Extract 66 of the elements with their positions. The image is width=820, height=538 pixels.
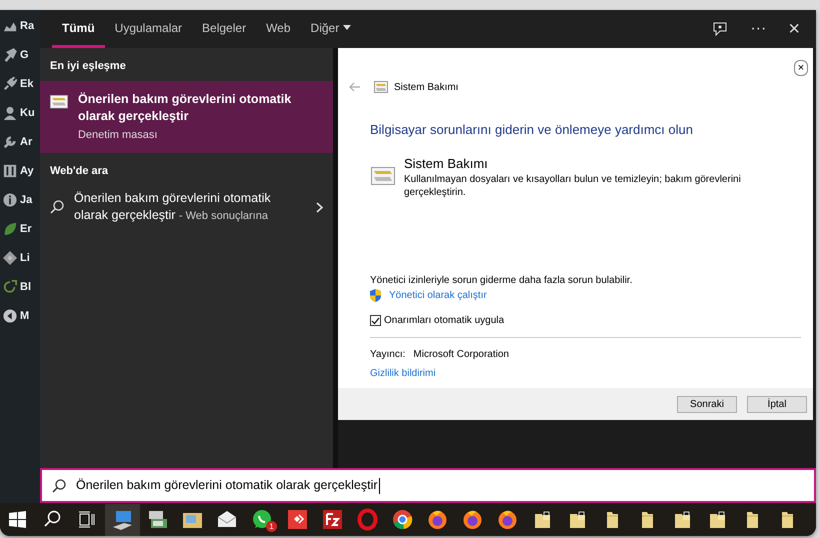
back-arrow-icon [348, 82, 360, 92]
arrow-app-icon [285, 507, 310, 532]
diamond-icon [3, 251, 17, 265]
pushpin-icon [3, 48, 17, 62]
section-heading: En iyi eşleşme [49, 59, 127, 74]
sidebar-item[interactable]: Ra [20, 18, 34, 34]
info-icon [3, 193, 17, 207]
publisher-name: Microsoft Corporation [413, 348, 509, 362]
filter-tab[interactable]: Uygulamalar [104, 10, 192, 48]
leaf-icon [3, 222, 17, 236]
sidebar-item[interactable]: M [20, 308, 30, 324]
taskbar-button[interactable]: 1 [245, 504, 280, 536]
publisher-label: Yayıncı: [370, 348, 406, 362]
run-as-admin-link[interactable]: Yönetici olarak çalıştır [389, 288, 487, 303]
tool-title: Sistem Bakımı [404, 154, 489, 172]
section-heading: Web'de ara [49, 164, 110, 179]
sidebar-item[interactable]: Ku [20, 104, 35, 122]
filter-tab[interactable]: Web [256, 10, 301, 48]
page-heading: Bilgisayar sorunlarını giderin ve önlemeye yardımcı olun [370, 121, 694, 139]
result-subtitle: Denetim masası [78, 128, 158, 142]
close-button[interactable]: × [784, 19, 804, 39]
refresh-icon [3, 280, 17, 294]
dropdown-tab[interactable]: Diğer [300, 10, 362, 48]
web-result-title: Önerilen bakım görevlerini otomatik olarak gerçekleştir - Web sonuçlarına [74, 190, 272, 224]
taskbar-button[interactable] [105, 504, 140, 536]
search-text: Önerilen bakım görevlerini otomatik olarak gerçekleştir [76, 477, 378, 494]
sidebar-item[interactable]: Ar [20, 134, 32, 150]
result-title: Önerilen bakım görevlerini otomatik olarak gerçekleştir [78, 90, 292, 124]
web-search-item[interactable]: Önerilen bakım görevlerini otomatik olarak gerçekleştir - Web sonuçlarına [40, 186, 333, 228]
search-field[interactable]: Önerilen bakım görevlerini otomatik olarak gerçekleştir [40, 468, 816, 503]
ftp-app-icon [320, 507, 345, 532]
maintenance-icon [374, 81, 388, 93]
search-icon [50, 200, 64, 214]
text-cursor [378, 478, 380, 494]
checkbox-label: Onarımları otomatik uygula [384, 314, 504, 328]
search-icon [52, 478, 66, 492]
breadcrumb-text: Sistem Bakımı [394, 80, 458, 94]
person-icon [3, 106, 17, 120]
sidebar-item[interactable]: Er [20, 220, 32, 238]
best-match-item[interactable]: Önerilen bakım görevlerini otomatik olarak gerçekleştir Denetim masası [40, 80, 333, 153]
notification-badge: 1 [266, 520, 277, 532]
more-button[interactable]: ··· [746, 21, 770, 37]
plug-icon [3, 77, 17, 91]
sidebar-item[interactable]: Li [20, 250, 30, 266]
sidebar-item[interactable]: Ja [20, 192, 32, 208]
privacy-link[interactable]: Gizlilik bildirimi [370, 366, 436, 381]
close-button[interactable]: × [794, 60, 808, 76]
filter-tab[interactable]: Belgeler [192, 10, 256, 48]
sidebar-item[interactable]: G [20, 46, 29, 64]
chrome-logo-icon [390, 507, 415, 532]
collapse-icon [3, 309, 17, 323]
sidebar-item[interactable]: Ek [20, 76, 34, 92]
chevron-right-icon [316, 202, 323, 212]
auto-repair-checkbox[interactable] [370, 315, 381, 326]
shield-icon [370, 289, 381, 302]
sidebar-item[interactable]: Bl [20, 278, 31, 296]
wrench-icon [3, 135, 17, 149]
tool-description: Kullanılmayan dosyaları ve kısayolları bulun ve temizleyin; bakım görevlerini gerçekleştirin. [404, 173, 742, 199]
sliders-icon [3, 164, 17, 178]
next-button[interactable]: Sonraki [677, 396, 737, 412]
sidebar-item[interactable]: Ay [20, 162, 34, 180]
ring-logo-icon [355, 507, 380, 532]
feedback-icon [712, 20, 728, 37]
caret-icon [343, 25, 352, 30]
cancel-button[interactable]: İptal [747, 396, 807, 412]
admin-note: Yönetici izinleriyle sorun giderme daha fazla sorun bulabilir. [370, 274, 634, 288]
